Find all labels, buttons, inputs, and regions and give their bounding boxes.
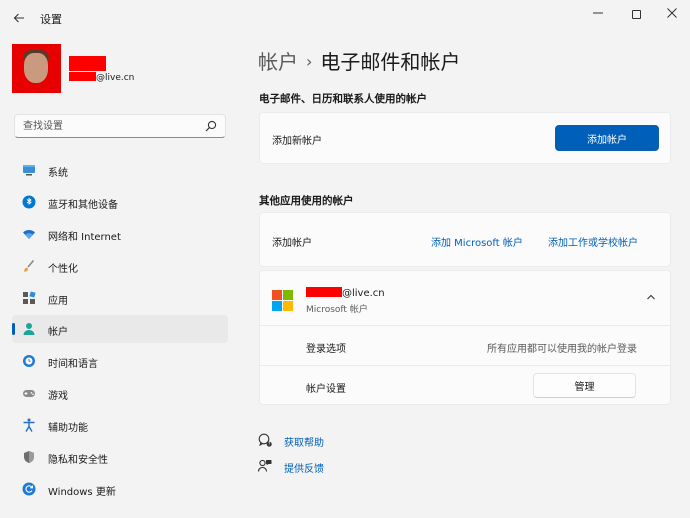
globe-clock-icon	[23, 355, 35, 368]
close-icon	[667, 8, 677, 18]
breadcrumb: 帐户 › 电子邮件和帐户	[258, 46, 460, 75]
account-settings-label: 帐户设置	[306, 384, 346, 395]
sidebar-item-label: 辅助功能	[48, 423, 88, 435]
sidebar-item-label: 隐私和安全性	[48, 455, 108, 467]
get-help-label: 获取帮助	[284, 438, 324, 449]
account-email-suffix: @live.cn	[342, 288, 385, 299]
shield-icon	[24, 451, 34, 464]
search-box[interactable]	[14, 114, 226, 138]
signin-options-row: 登录选项 所有应用都可以使用我的帐户登录	[260, 325, 670, 365]
chevron-up-icon[interactable]	[645, 291, 657, 303]
email-redaction	[69, 72, 96, 81]
add-work-school-account-link[interactable]: 添加工作或学校帐户	[548, 234, 638, 249]
search-icon[interactable]	[205, 120, 217, 132]
sidebar-item-label: 系统	[48, 168, 68, 179]
sidebar-item-windows-update[interactable]: Windows 更新	[12, 475, 228, 503]
brush-icon	[23, 259, 35, 272]
add-microsoft-account-link[interactable]: 添加 Microsoft 帐户	[431, 234, 523, 249]
maximize-button[interactable]	[622, 4, 650, 24]
signin-options-value: 所有应用都可以使用我的帐户登录	[487, 344, 637, 355]
person-icon	[23, 323, 35, 336]
account-header[interactable]: @live.cn Microsoft 帐户	[260, 271, 670, 325]
sidebar-item-apps[interactable]: 应用	[12, 284, 228, 312]
give-feedback-label: 提供反馈	[284, 464, 324, 475]
maximize-icon	[631, 10, 641, 19]
app-title: 设置	[40, 13, 62, 26]
sidebar-item-gaming[interactable]: 游戏	[12, 379, 228, 407]
sidebar-nav: 系统 蓝牙和其他设备 网络和 Internet 个性化 应用 帐户 时间和语言 …	[12, 156, 228, 507]
manage-button[interactable]: 管理	[533, 373, 636, 398]
gamepad-icon	[23, 390, 35, 398]
add-new-account-label: 添加新帐户	[272, 136, 322, 147]
sidebar-item-accessibility[interactable]: 辅助功能	[12, 411, 228, 439]
email-redaction	[306, 287, 342, 297]
sidebar-item-network[interactable]: 网络和 Internet	[12, 220, 228, 248]
close-button[interactable]	[658, 4, 686, 24]
minimize-button[interactable]	[584, 4, 612, 24]
account-email: @live.cn	[306, 287, 385, 299]
sidebar-item-label: 游戏	[48, 391, 68, 403]
svg-text:?: ?	[268, 442, 270, 447]
arrow-left-icon	[13, 13, 24, 23]
sidebar-item-label: 时间和语言	[48, 359, 98, 371]
breadcrumb-separator: ›	[306, 52, 313, 71]
update-icon	[22, 482, 36, 496]
minimize-icon	[593, 12, 603, 14]
sidebar-item-accounts[interactable]: 帐户	[12, 315, 228, 344]
other-apps-card: 添加帐户 添加 Microsoft 帐户 添加工作或学校帐户	[259, 212, 671, 267]
title-bar: 设置	[0, 0, 690, 36]
sidebar-item-privacy[interactable]: 隐私和安全性	[12, 443, 228, 471]
user-email-suffix: @live.cn	[96, 73, 135, 83]
help-chat-icon: ?	[258, 433, 272, 447]
account-type: Microsoft 帐户	[306, 305, 368, 315]
sidebar-item-system[interactable]: 系统	[12, 156, 228, 184]
monitor-icon	[23, 165, 35, 176]
sidebar-item-label: 网络和 Internet	[48, 231, 121, 243]
sidebar-item-time-language[interactable]: 时间和语言	[12, 347, 228, 375]
add-account-label: 添加帐户	[272, 238, 312, 249]
add-account-button[interactable]: 添加帐户	[555, 125, 659, 151]
signin-options-label: 登录选项	[306, 344, 346, 355]
breadcrumb-parent[interactable]: 帐户	[258, 50, 298, 74]
back-button[interactable]	[10, 9, 28, 27]
sidebar-item-label: Windows 更新	[48, 486, 116, 498]
page-title: 电子邮件和帐户	[320, 50, 461, 74]
add-new-account-card: 添加新帐户 添加帐户	[259, 112, 671, 164]
feedback-icon	[258, 459, 272, 472]
sidebar-item-bluetooth[interactable]: 蓝牙和其他设备	[12, 188, 228, 216]
account-settings-row: 帐户设置 管理	[260, 365, 670, 405]
user-email: @live.cn	[69, 72, 134, 83]
wifi-icon	[23, 229, 35, 239]
apps-section-title: 其他应用使用的帐户	[259, 195, 354, 207]
microsoft-logo-icon	[272, 290, 293, 311]
user-name-redacted	[69, 56, 106, 71]
sidebar-item-personalization[interactable]: 个性化	[12, 252, 228, 280]
sidebar-item-label: 个性化	[48, 263, 78, 275]
email-section-title: 电子邮件、日历和联系人使用的帐户	[259, 93, 427, 105]
sidebar-item-label: 应用	[48, 295, 68, 307]
bluetooth-icon	[22, 195, 36, 209]
apps-icon	[23, 291, 36, 304]
microsoft-account-card: @live.cn Microsoft 帐户 登录选项 所有应用都可以使用我的帐户…	[259, 270, 671, 405]
avatar[interactable]	[12, 44, 61, 93]
sidebar-item-label: 帐户	[48, 327, 68, 339]
avatar-face	[24, 53, 48, 83]
search-input[interactable]	[23, 118, 203, 134]
sidebar-item-label: 蓝牙和其他设备	[48, 199, 118, 211]
accessibility-icon	[23, 418, 35, 432]
